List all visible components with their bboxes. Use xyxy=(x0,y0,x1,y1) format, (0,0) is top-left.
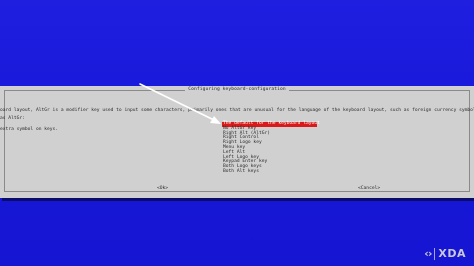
description-line-1: oard layout, AltGr is a modifier key use… xyxy=(0,108,474,114)
option-both-alt[interactable]: Both Alt keys xyxy=(222,169,322,175)
xda-logo-icon: ‹› xyxy=(424,247,432,260)
dialog-title-text: Configuring keyboard-configuration xyxy=(185,87,289,92)
xda-watermark: ‹› XDA xyxy=(424,247,466,260)
watermark-brand: XDA xyxy=(438,247,466,260)
dialog-title: Configuring keyboard-configuration xyxy=(0,87,474,92)
altgr-prompt: as AltGr: xyxy=(0,116,25,121)
ok-button[interactable]: <Ok> xyxy=(157,186,168,191)
altgr-options-list[interactable]: The default for the keyboard layout No A… xyxy=(222,121,322,175)
keyboard-configuration-dialog: Configuring keyboard-configuration oard … xyxy=(0,86,474,198)
cancel-button[interactable]: <Cancel> xyxy=(358,186,380,191)
watermark-divider xyxy=(434,247,436,260)
